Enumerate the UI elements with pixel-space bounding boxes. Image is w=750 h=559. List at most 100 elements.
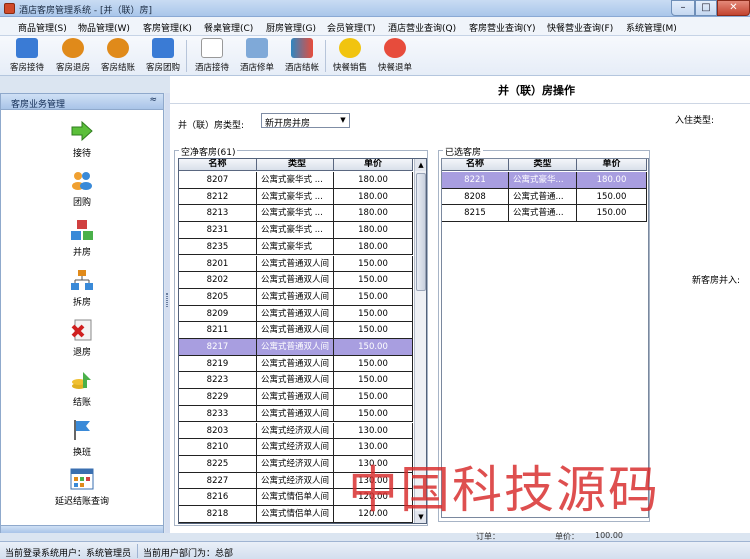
toolbar-label: 酒店接待 (194, 63, 229, 73)
toolbar-room-checkout[interactable]: 客房退房 (51, 38, 95, 74)
room-type-value: 新开房并房 (265, 119, 311, 129)
table-row[interactable]: 8212 公寓式豪华式 ... 180.00 (179, 188, 413, 206)
table-row[interactable]: 8233 公寓式普通双人间 150.00 (179, 405, 413, 423)
column-header-price[interactable]: 单价 (334, 159, 413, 171)
cell-room-name: 8233 (179, 405, 257, 423)
toolbar-label: 酒店结帐 (284, 63, 319, 73)
cell-room-type: 公寓式经济双人间 (257, 439, 334, 456)
nav-label: 团购 (72, 198, 91, 208)
nav-item-split[interactable]: 拆房 (1, 269, 163, 308)
column-header-type[interactable]: 类型 (509, 159, 577, 171)
cell-room-type: 公寓式豪华... (509, 172, 577, 189)
nav-item-checkout[interactable]: 退房 (1, 319, 163, 358)
cell-room-type: 公寓式普通双人间 (257, 255, 334, 273)
menu-items[interactable]: 物品管理(W) (78, 21, 130, 34)
table-row[interactable]: 8229 公寓式普通双人间 150.00 (179, 389, 413, 406)
table-row[interactable]: 8208 公寓式普通... 150.00 (442, 188, 647, 206)
toolbar: 客房接待 客房退房 客房结账 客房团购 酒店接待 酒店修单 酒店结帐 快餐销售 … (0, 36, 750, 76)
menu-room-query[interactable]: 客房营业查询(Y) (469, 21, 536, 34)
cell-room-name: 8221 (442, 172, 509, 189)
nav-item-settle[interactable]: 结账 (1, 369, 163, 408)
table-row[interactable]: 8202 公寓式普通双人间 150.00 (179, 272, 413, 289)
nav-item-group-buy[interactable]: 团购 (1, 169, 163, 208)
cell-room-name: 8235 (179, 238, 257, 256)
menu-bar: 商品管理(S) 物品管理(W) 客房管理(K) 餐桌管理(C) 厨房管理(G) … (0, 17, 750, 36)
room-type-select[interactable]: 新开房并房 ▼ (261, 113, 350, 129)
modify-order-icon (246, 38, 268, 58)
grid-header: 名称 类型 单价 (442, 159, 647, 171)
cell-room-name: 8216 (179, 489, 257, 506)
table-row[interactable]: 8223 公寓式普通双人间 150.00 (179, 372, 413, 390)
maximize-button[interactable]: □ (695, 0, 717, 16)
table-row[interactable]: 8205 公寓式普通双人间 150.00 (179, 288, 413, 306)
cell-room-name: 8208 (442, 188, 509, 206)
toolbar-room-reception[interactable]: 客房接待 (5, 38, 49, 74)
column-header-name[interactable]: 名称 (179, 159, 257, 171)
menu-system[interactable]: 系统管理(M) (626, 21, 677, 34)
collapse-icon[interactable]: ≈ (149, 95, 157, 105)
nav-item-shift[interactable]: 换班 (1, 419, 163, 458)
scroll-up-icon[interactable]: ▲ (415, 159, 426, 171)
column-header-price[interactable]: 单价 (577, 159, 647, 171)
nav-item-reception[interactable]: 接待 (1, 120, 163, 159)
nav-label: 退房 (72, 348, 91, 358)
table-row[interactable]: 8213 公寓式豪华式 ... 180.00 (179, 205, 413, 223)
nav-label: 并房 (72, 248, 91, 258)
cell-room-type: 公寓式豪华式 ... (257, 172, 334, 189)
checkout-icon (70, 319, 94, 341)
group-buy-icon (152, 38, 174, 58)
status-user: 当前登录系统用户：系统管理员 (5, 549, 132, 559)
cell-room-name: 8212 (179, 188, 257, 206)
table-row[interactable]: 8207 公寓式豪华式 ... 180.00 (179, 172, 413, 189)
toolbar-hotel-reception[interactable]: 酒店接待 (190, 38, 234, 74)
title-bar: 酒店客房管理系统 - [并（联）房] – □ ✕ (0, 0, 750, 17)
table-row[interactable]: 8235 公寓式豪华式 180.00 (179, 238, 413, 256)
cell-room-type: 公寓式普通... (509, 205, 577, 223)
panel-header[interactable]: 客房业务管理 ≈ (1, 94, 163, 110)
chevron-down-icon[interactable]: ▼ (337, 114, 349, 127)
toolbar-label: 快餐退单 (377, 63, 412, 73)
table-row[interactable]: 8209 公寓式普通双人间 150.00 (179, 305, 413, 323)
cell-room-type: 公寓式普通双人间 (257, 405, 334, 423)
cell-room-name: 8217 (179, 339, 257, 356)
toolbar-fastfood-sale[interactable]: 快餐销售 (328, 38, 372, 74)
toolbar-room-settle[interactable]: 客房结账 (96, 38, 140, 74)
hotel-settle-icon (291, 38, 313, 58)
nav-item-delayed-settle-query[interactable]: 延迟结账查询 (1, 468, 163, 507)
cell-room-name: 8218 (179, 506, 257, 523)
cell-room-type: 公寓式经济双人间 (257, 455, 334, 473)
nav-item-merge[interactable]: 并房 (1, 219, 163, 258)
cell-room-name: 8219 (179, 355, 257, 373)
column-header-name[interactable]: 名称 (442, 159, 509, 171)
close-button[interactable]: ✕ (717, 0, 750, 16)
cell-room-name: 8210 (179, 439, 257, 456)
menu-tables[interactable]: 餐桌管理(C) (204, 21, 253, 34)
table-row[interactable]: 8201 公寓式普通双人间 150.00 (179, 255, 413, 273)
menu-rooms[interactable]: 客房管理(K) (143, 21, 192, 34)
table-row[interactable]: 8231 公寓式豪华式 ... 180.00 (179, 222, 413, 239)
column-header-type[interactable]: 类型 (257, 159, 334, 171)
cell-room-price: 150.00 (577, 205, 647, 223)
nav-label: 换班 (72, 448, 91, 458)
toolbar-hotel-settle[interactable]: 酒店结帐 (280, 38, 324, 74)
cell-room-type: 公寓式普通双人间 (257, 389, 334, 406)
calendar-icon (70, 468, 94, 490)
scroll-thumb[interactable] (416, 173, 426, 291)
table-row[interactable]: 8215 公寓式普通... 150.00 (442, 205, 647, 223)
menu-hotel-query[interactable]: 酒店营业查询(Q) (388, 21, 456, 34)
toolbar-hotel-modify[interactable]: 酒店修单 (235, 38, 279, 74)
table-row[interactable]: 8219 公寓式普通双人间 150.00 (179, 355, 413, 373)
toolbar-fastfood-refund[interactable]: 快餐退单 (373, 38, 417, 74)
menu-members[interactable]: 会员管理(T) (327, 21, 376, 34)
table-row[interactable]: 8221 公寓式豪华... 180.00 (442, 172, 647, 189)
toolbar-room-group-buy[interactable]: 客房团购 (141, 38, 185, 74)
menu-kitchen[interactable]: 厨房管理(G) (266, 21, 316, 34)
menu-goods[interactable]: 商品管理(S) (18, 21, 67, 34)
table-row[interactable]: 8211 公寓式普通双人间 150.00 (179, 322, 413, 339)
left-panel: 客房业务管理 ≈ 接待 团购 并房 拆房 退房 结账 换班 延迟结账查询 (0, 93, 164, 533)
table-row[interactable]: 8217 公寓式普通双人间 150.00 (179, 339, 413, 356)
table-row[interactable]: 8203 公寓式经济双人间 130.00 (179, 422, 413, 440)
minimize-button[interactable]: – (671, 0, 695, 16)
page-title: 并（联）房操作 (498, 84, 575, 97)
menu-fastfood-query[interactable]: 快餐营业查询(F) (547, 21, 613, 34)
